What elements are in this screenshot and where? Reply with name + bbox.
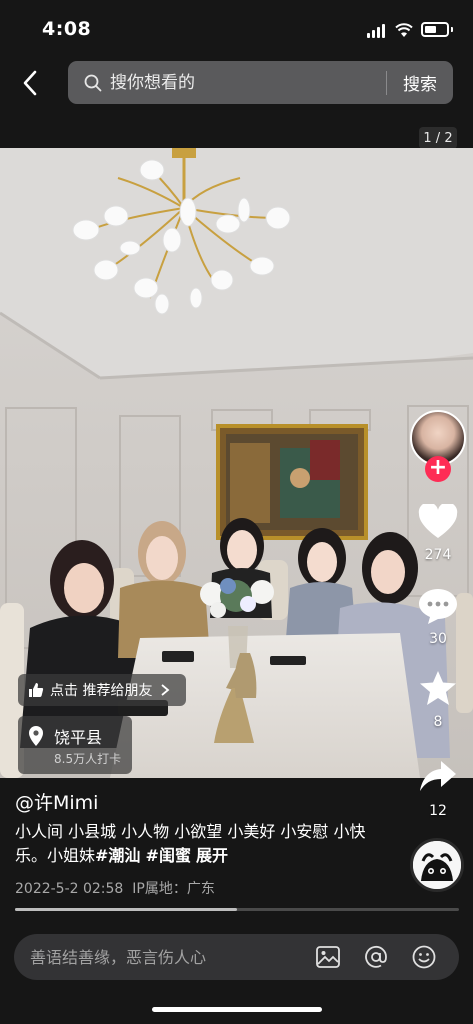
star-icon: [420, 671, 456, 705]
location-pin-icon: [29, 726, 43, 746]
hashtag-guimi[interactable]: #闺蜜: [146, 846, 191, 865]
recommend-to-friend-button[interactable]: 点击 推荐给朋友: [18, 674, 186, 706]
progress-fill: [15, 908, 237, 911]
post-meta: 2022-5-2 02:58 IP属地：广东: [15, 878, 215, 898]
image-icon: [316, 946, 340, 968]
search-icon: [84, 74, 102, 91]
thumbs-up-icon: [29, 683, 44, 697]
status-time: 4:08: [42, 18, 92, 40]
image-page-counter: 1 / 2: [419, 127, 457, 149]
share-count: 12: [429, 803, 447, 819]
like-count: 274: [424, 547, 452, 563]
search-bar[interactable]: 搜索: [68, 61, 453, 104]
comment-bubble-icon: [419, 589, 457, 624]
music-cover-icon: [413, 841, 461, 889]
comment-count: 30: [429, 631, 447, 647]
chevron-right-icon: [161, 684, 170, 696]
comment-input[interactable]: [30, 947, 315, 967]
like-button[interactable]: [416, 500, 460, 544]
post-caption: 小人间 小县城 小人物 小欲望 小美好 小安慰 小快乐。小姐妹#潮汕 #闺蜜 展…: [15, 820, 395, 868]
battery-nub: [451, 27, 453, 32]
back-button[interactable]: [14, 65, 46, 101]
image-picker-button[interactable]: [315, 944, 341, 970]
comment-bar[interactable]: [14, 934, 459, 980]
ip-location: IP属地：广东: [132, 881, 215, 897]
cellular-signal-icon: [367, 24, 387, 38]
music-disc[interactable]: [410, 838, 464, 892]
location-checkins: 8.5万人打卡: [54, 752, 122, 766]
author-name[interactable]: @许Mimi: [15, 788, 98, 815]
location-tag[interactable]: 饶平县 8.5万人打卡: [18, 716, 132, 774]
favorite-count: 8: [433, 714, 443, 730]
heart-icon: [418, 504, 458, 538]
search-button[interactable]: 搜索: [387, 70, 453, 95]
emoji-smile-icon: [412, 945, 436, 969]
mention-button[interactable]: [363, 944, 389, 970]
chevron-left-icon: [23, 70, 37, 96]
at-sign-icon: [365, 945, 387, 968]
search-input[interactable]: [110, 72, 386, 93]
battery-icon: [421, 22, 449, 37]
recommend-label: 点击 推荐给朋友: [50, 683, 153, 699]
hashtag-chaoshan[interactable]: #潮汕: [95, 846, 140, 865]
emoji-button[interactable]: [411, 944, 437, 970]
share-button[interactable]: [416, 754, 460, 798]
home-indicator: [152, 1007, 322, 1012]
favorite-button[interactable]: [416, 666, 460, 710]
post-timestamp: 2022-5-2 02:58: [15, 881, 124, 897]
caption-text: 小人间 小县城 小人物 小欲望 小美好 小安慰 小快乐。小姐妹: [15, 822, 366, 865]
follow-button[interactable]: +: [425, 456, 451, 482]
share-arrow-icon: [420, 761, 456, 791]
comment-button[interactable]: [416, 584, 460, 628]
wifi-icon: [395, 22, 413, 38]
image-progress-bar: [15, 908, 459, 911]
expand-caption-button[interactable]: 展开: [196, 846, 228, 865]
location-name: 饶平县: [54, 728, 103, 747]
